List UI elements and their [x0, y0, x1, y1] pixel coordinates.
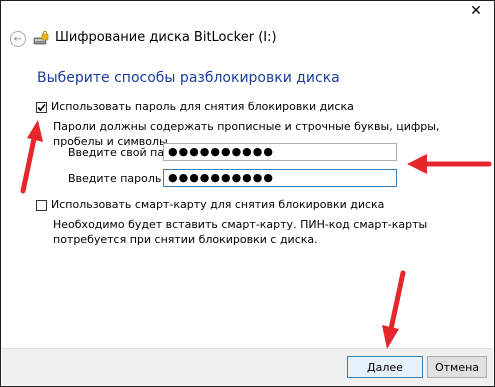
password-checkbox[interactable] [36, 102, 47, 113]
cancel-button[interactable]: Отмена [427, 356, 487, 378]
annotation-arrow-next [382, 270, 406, 349]
annotation-arrow-password [407, 154, 492, 174]
checkmark-icon [37, 103, 46, 112]
smartcard-checkbox[interactable] [36, 200, 47, 211]
smartcard-checkbox-label[interactable]: Использовать смарт-карту для снятия блок… [51, 198, 384, 211]
close-button[interactable]: ✕ [466, 2, 486, 20]
back-arrow-icon: ← [13, 33, 23, 45]
bitlocker-dialog: ✕ ← Шифрование диска BitLocker (I:) Выбе… [0, 0, 495, 387]
close-icon: ✕ [470, 3, 482, 19]
bitlocker-drive-icon [33, 31, 49, 45]
window-title: Шифрование диска BitLocker (I:) [55, 30, 277, 45]
annotation-arrow-checkbox [20, 120, 43, 194]
next-button[interactable]: Далее [347, 356, 423, 378]
page-heading: Выберите способы разблокировки диска [37, 70, 340, 86]
smartcard-hint: Необходимо будет вставить смарт-карту. П… [53, 218, 428, 246]
enter-password-input[interactable]: ●●●●●●●●●● [163, 143, 397, 161]
dialog-footer: Далее Отмена [2, 348, 493, 385]
back-button[interactable]: ← [10, 31, 26, 47]
password-checkbox-label[interactable]: Использовать пароль для снятия блокировк… [51, 100, 354, 113]
repeat-password-input[interactable]: ●●●●●●●●●● [163, 169, 397, 187]
